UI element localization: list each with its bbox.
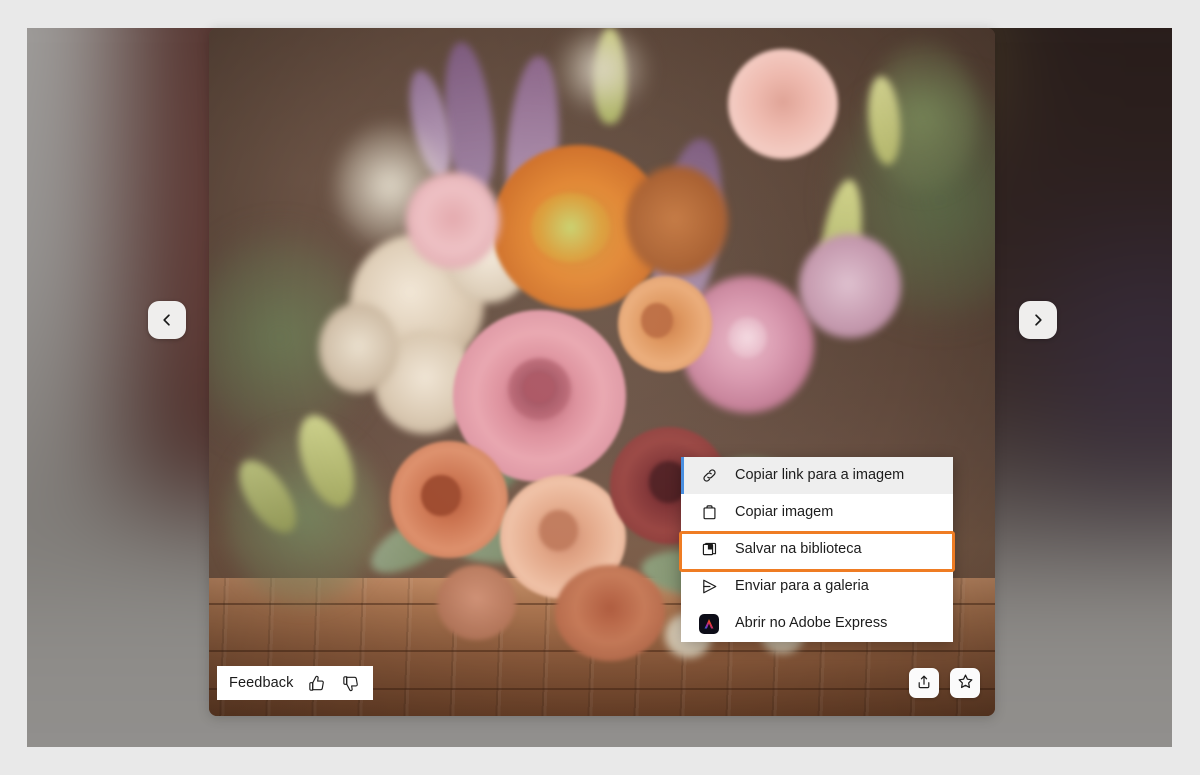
context-menu-item-label: Salvar na biblioteca <box>735 541 862 558</box>
context-menu-item-copy-image[interactable]: Copiar imagem <box>681 494 953 531</box>
star-icon <box>957 673 974 693</box>
context-menu-item-save-to-library[interactable]: Salvar na biblioteca <box>681 531 953 568</box>
share-button[interactable] <box>909 668 939 698</box>
feedback-label: Feedback <box>229 675 294 691</box>
context-menu-item-label: Copiar imagem <box>735 504 834 521</box>
image-viewer-page: Feedback Copiar link para a imagem Copia… <box>0 0 1200 775</box>
context-menu-item-label: Enviar para a galeria <box>735 578 869 595</box>
adobe-express-icon <box>699 613 719 634</box>
thumbs-up-icon[interactable] <box>305 672 327 694</box>
send-icon <box>699 577 719 597</box>
clipboard-icon <box>699 503 719 523</box>
previous-image-button[interactable] <box>148 301 186 339</box>
context-menu: Copiar link para a imagem Copiar imagem … <box>681 457 953 642</box>
context-menu-item-label: Copiar link para a imagem <box>735 467 905 484</box>
context-menu-item-send-to-gallery[interactable]: Enviar para a galeria <box>681 568 953 605</box>
chevron-left-icon <box>160 313 174 327</box>
link-icon <box>699 466 719 486</box>
feedback-bar: Feedback <box>217 666 374 700</box>
share-icon <box>916 674 932 693</box>
next-image-button[interactable] <box>1019 301 1057 339</box>
context-menu-item-open-in-adobe-express[interactable]: Abrir no Adobe Express <box>681 605 953 642</box>
context-menu-item-copy-link[interactable]: Copiar link para a imagem <box>681 457 953 494</box>
chevron-right-icon <box>1031 313 1045 327</box>
context-menu-item-label: Abrir no Adobe Express <box>735 615 888 632</box>
library-icon <box>699 540 719 560</box>
thumbs-down-icon[interactable] <box>339 672 361 694</box>
favorite-button[interactable] <box>950 668 980 698</box>
